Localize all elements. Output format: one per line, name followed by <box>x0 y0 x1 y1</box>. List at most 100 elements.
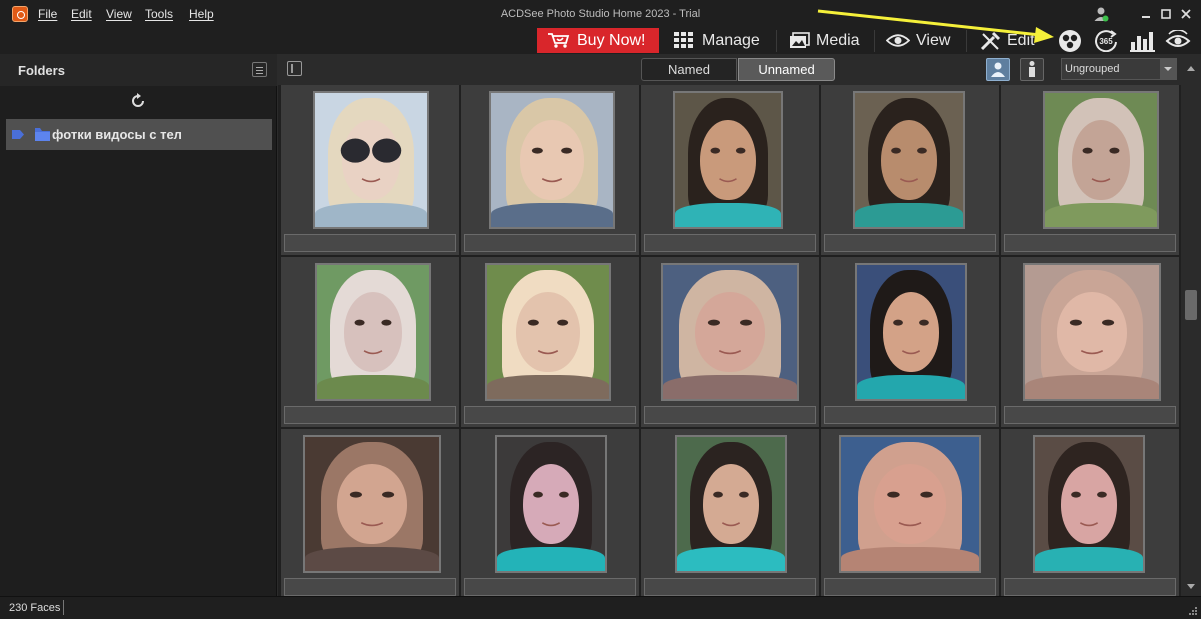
faces-toolbar: Named Unnamed Ungrouped <box>278 54 1201 85</box>
face-name-field[interactable] <box>644 578 816 596</box>
face-tile[interactable] <box>281 257 459 427</box>
tab-named[interactable]: Named <box>641 58 737 81</box>
face-features <box>707 319 753 355</box>
face-thumbnail[interactable] <box>485 263 611 401</box>
resize-grip-icon[interactable] <box>1188 606 1198 616</box>
face-tile[interactable] <box>641 85 819 255</box>
face-name-field[interactable] <box>1004 234 1176 252</box>
face-name-field[interactable] <box>824 578 996 596</box>
face-name-field[interactable] <box>284 406 456 424</box>
face-tile[interactable] <box>461 257 639 427</box>
face-name-field[interactable] <box>284 234 456 252</box>
face-features <box>710 147 746 183</box>
edit-tools-icon <box>980 31 1001 51</box>
face-thumbnail[interactable] <box>315 263 431 401</box>
face-features <box>887 491 933 527</box>
tab-view-label: View <box>916 32 951 49</box>
vertical-scrollbar[interactable] <box>1181 54 1201 596</box>
face-name-field[interactable] <box>644 234 816 252</box>
develop-icon[interactable] <box>1164 30 1192 52</box>
face-thumbnail[interactable] <box>1023 263 1161 401</box>
people-view-button[interactable] <box>1020 58 1044 81</box>
face-name-field[interactable] <box>464 234 636 252</box>
face-features <box>1082 147 1120 183</box>
face-name-field[interactable] <box>1004 578 1176 596</box>
face-tile[interactable] <box>1001 257 1179 427</box>
face-thumbnail[interactable] <box>853 91 965 229</box>
minimize-icon <box>1142 16 1150 18</box>
expand-arrow-icon[interactable] <box>12 130 24 139</box>
face-tile[interactable] <box>281 429 459 596</box>
face-tile[interactable] <box>1001 429 1179 596</box>
folders-header: Folders <box>0 54 277 86</box>
refresh-icon[interactable] <box>130 93 146 109</box>
face-tile[interactable] <box>281 85 459 255</box>
standing-person-icon <box>1029 61 1035 77</box>
panel-options-icon[interactable] <box>252 62 267 77</box>
people-icon[interactable] <box>1056 29 1084 53</box>
face-thumbnail[interactable] <box>1033 435 1145 573</box>
face-tile[interactable] <box>461 429 639 596</box>
media-icon <box>790 32 810 48</box>
face-tile[interactable] <box>461 85 639 255</box>
maximize-icon <box>1161 9 1171 19</box>
face-features <box>349 491 395 527</box>
face-thumbnail[interactable] <box>495 435 607 573</box>
dashboard-icon[interactable] <box>1130 30 1156 52</box>
status-divider <box>63 600 64 615</box>
group-by-dropdown[interactable]: Ungrouped <box>1061 58 1177 80</box>
tab-media[interactable]: Media <box>788 28 868 53</box>
face-thumbnail[interactable] <box>489 91 615 229</box>
face-thumbnail[interactable] <box>855 263 967 401</box>
tab-edit[interactable]: Edit <box>980 28 1040 53</box>
tab-view[interactable]: View <box>886 28 966 53</box>
divider <box>776 30 777 52</box>
face-name-field[interactable] <box>1004 406 1176 424</box>
face-features <box>527 319 569 355</box>
scroll-down-icon[interactable] <box>1187 584 1195 589</box>
face-name-field[interactable] <box>464 578 636 596</box>
face-thumbnail[interactable] <box>673 91 783 229</box>
face-features <box>354 319 392 355</box>
face-tile[interactable] <box>641 257 819 427</box>
scroll-up-icon[interactable] <box>1187 66 1195 71</box>
group-by-value: Ungrouped <box>1065 63 1120 75</box>
365-icon-text: 365 <box>1099 37 1113 46</box>
minimize-button[interactable] <box>1137 5 1155 23</box>
folder-tree-item[interactable]: фотки видосы с тел <box>6 119 272 150</box>
face-thumbnail[interactable] <box>303 435 441 573</box>
face-name-field[interactable] <box>824 234 996 252</box>
face-tile[interactable] <box>821 429 999 596</box>
chevron-down-icon[interactable] <box>1160 59 1176 79</box>
face-name-field[interactable] <box>284 578 456 596</box>
face-thumbnail[interactable] <box>661 263 799 401</box>
face-thumbnail[interactable] <box>675 435 787 573</box>
face-count: 230 Faces <box>9 602 61 614</box>
face-tile[interactable] <box>641 429 819 596</box>
face-thumbnail[interactable] <box>839 435 981 573</box>
tab-manage[interactable]: Manage <box>672 28 772 53</box>
tab-unnamed[interactable]: Unnamed <box>738 58 835 81</box>
close-button[interactable] <box>1177 5 1195 23</box>
face-tile[interactable] <box>821 85 999 255</box>
grid-icon <box>674 32 693 48</box>
face-thumbnail[interactable] <box>1043 91 1159 229</box>
account-icon[interactable] <box>1093 6 1109 22</box>
face-tile[interactable] <box>1001 85 1179 255</box>
panel-toggle-icon[interactable] <box>287 61 302 76</box>
maximize-button[interactable] <box>1157 5 1175 23</box>
faces-grid <box>278 85 1181 596</box>
mode-toolbar: Buy Now! Manage Media View Edit 365 <box>0 28 1201 54</box>
scroll-thumb[interactable] <box>1185 290 1197 320</box>
365-icon[interactable]: 365 <box>1094 30 1118 52</box>
face-thumbnail[interactable] <box>313 91 429 229</box>
face-features <box>533 491 569 527</box>
face-name-field[interactable] <box>464 406 636 424</box>
faces-view-button[interactable] <box>986 58 1010 81</box>
face-tile[interactable] <box>821 257 999 427</box>
face-features <box>1071 491 1107 527</box>
face-name-field[interactable] <box>824 406 996 424</box>
face-name-field[interactable] <box>644 406 816 424</box>
buy-now-button[interactable]: Buy Now! <box>537 28 659 53</box>
divider <box>874 30 875 52</box>
